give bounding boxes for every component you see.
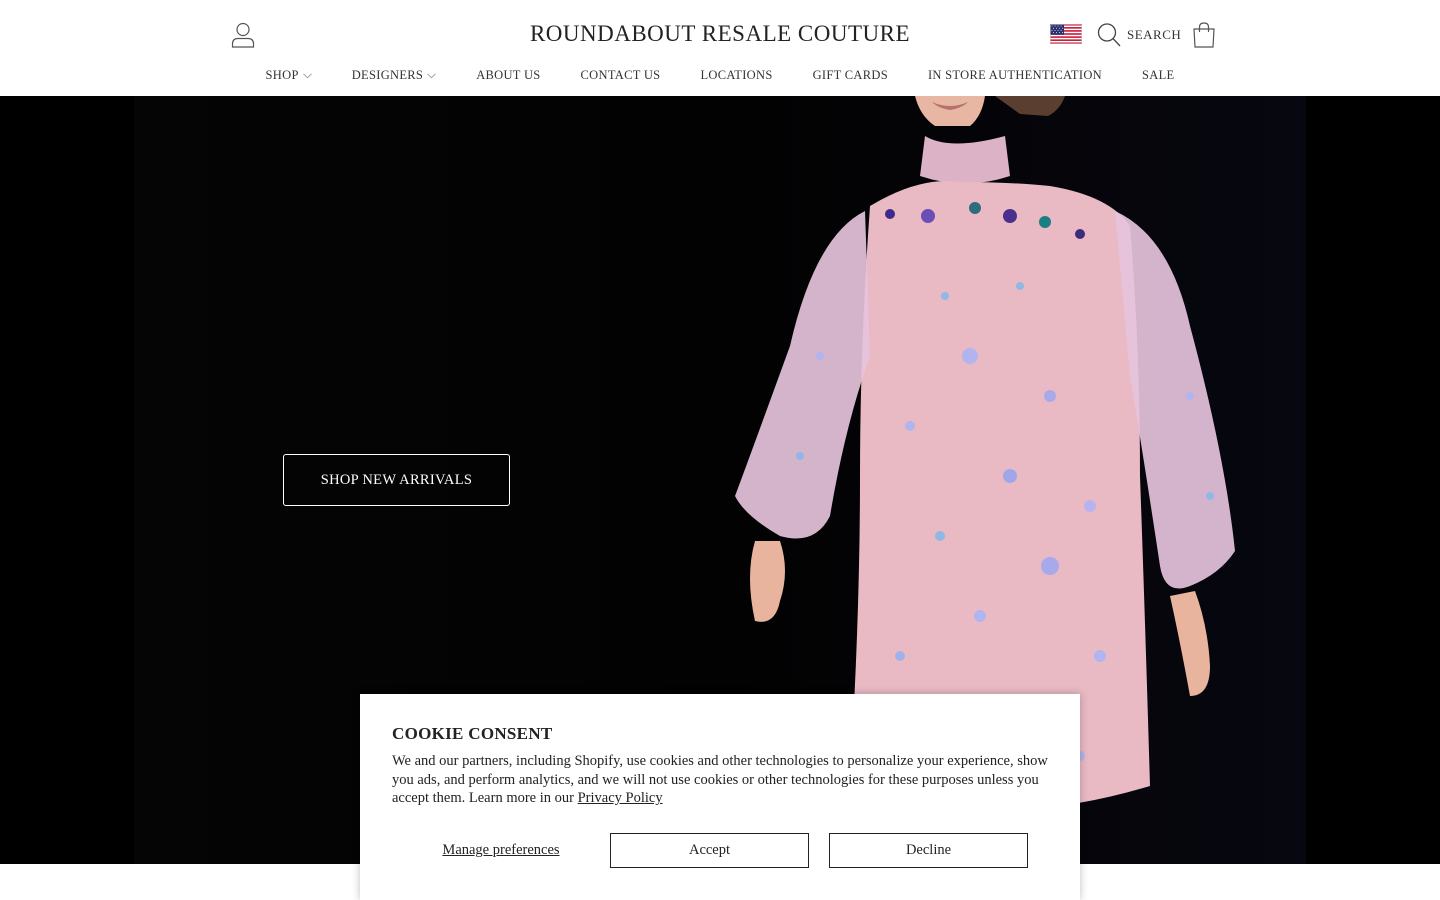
site-header: ROUNDABOUT RESALE COUTURE SEARCH SHOP DE… [0, 0, 1440, 96]
cookie-consent-banner: COOKIE CONSENT We and our partners, incl… [360, 694, 1080, 900]
cookie-title: COOKIE CONSENT [392, 724, 553, 743]
shop-new-arrivals-button[interactable]: SHOP NEW ARRIVALS [283, 454, 510, 506]
manage-preferences-link[interactable]: Manage preferences [392, 842, 610, 859]
cart-button[interactable] [1191, 21, 1217, 49]
main-navigation: SHOP DESIGNERS ABOUT US CONTACT US LOCAT… [0, 68, 1440, 83]
logo-text[interactable]: ROUNDABOUT RESALE COUTURE [530, 21, 910, 46]
nav-label: GIFT CARDS [812, 68, 888, 82]
decline-button[interactable]: Decline [829, 833, 1028, 868]
nav-designers[interactable]: DESIGNERS [351, 68, 437, 83]
search-button[interactable]: SEARCH [1097, 22, 1181, 48]
cookie-actions: Manage preferences Accept Decline [392, 833, 1028, 868]
chevron-down-icon [427, 72, 437, 78]
nav-sale[interactable]: SALE [1142, 68, 1174, 83]
nav-label: SHOP [265, 68, 299, 82]
cookie-description: We and our partners, including Shopify, … [392, 752, 1052, 808]
nav-shop[interactable]: SHOP [266, 68, 312, 83]
us-flag-icon [1050, 24, 1082, 44]
accept-button[interactable]: Accept [610, 833, 809, 868]
user-icon [231, 22, 255, 48]
privacy-policy-link[interactable]: Privacy Policy [578, 790, 663, 806]
nav-label: ABOUT US [476, 68, 541, 82]
search-icon [1097, 23, 1121, 47]
site-logo: ROUNDABOUT RESALE COUTURE [0, 21, 1440, 47]
nav-label: CONTACT US [580, 68, 661, 82]
nav-gift-cards[interactable]: GIFT CARDS [813, 68, 888, 83]
account-button[interactable] [228, 20, 258, 50]
nav-locations[interactable]: LOCATIONS [700, 68, 772, 83]
nav-label: SALE [1141, 68, 1175, 82]
nav-label: DESIGNERS [351, 68, 424, 82]
shopping-bag-icon [1193, 22, 1215, 48]
nav-contact-us[interactable]: CONTACT US [581, 68, 661, 83]
nav-label: LOCATIONS [700, 68, 773, 82]
country-selector[interactable] [1050, 24, 1082, 44]
search-label: SEARCH [1127, 27, 1182, 42]
chevron-down-icon [302, 72, 312, 78]
nav-label: IN STORE AUTHENTICATION [927, 68, 1102, 82]
nav-about-us[interactable]: ABOUT US [476, 68, 540, 83]
cookie-body: We and our partners, including Shopify, … [392, 753, 1048, 806]
nav-in-store-authentication[interactable]: IN STORE AUTHENTICATION [928, 68, 1102, 83]
